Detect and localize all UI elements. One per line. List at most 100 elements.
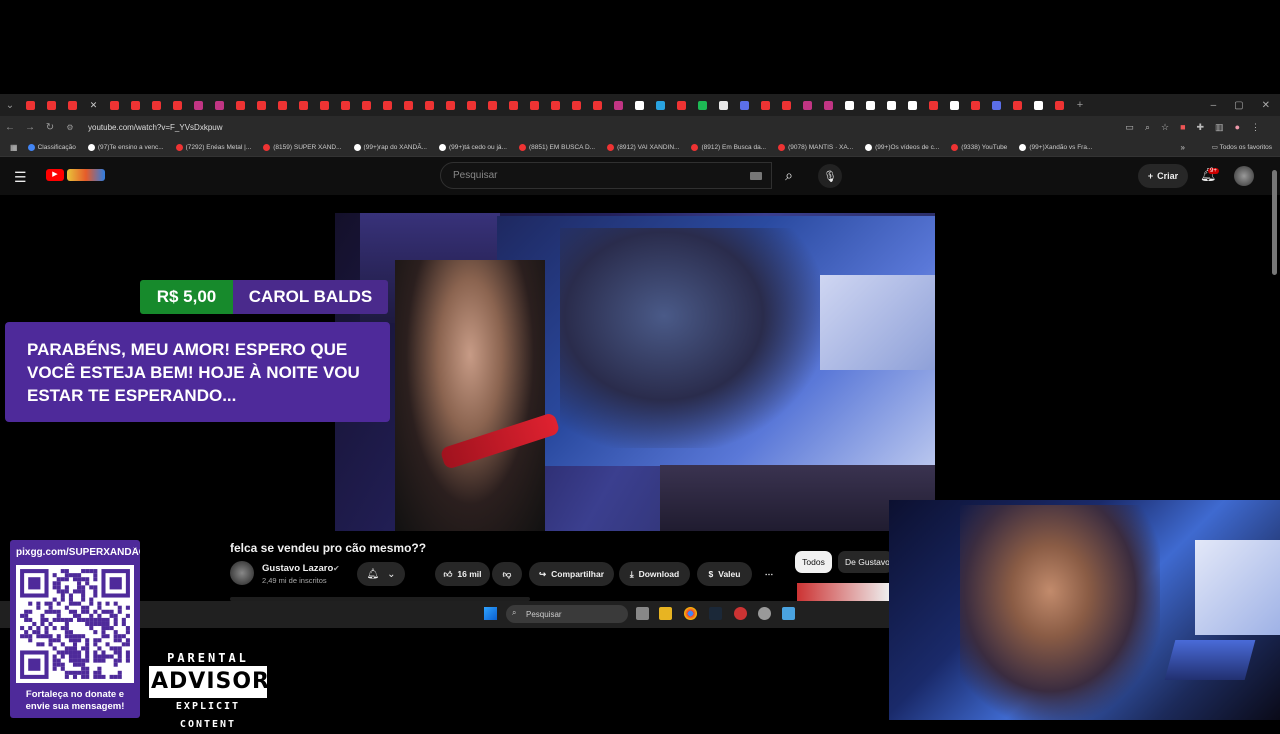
subscription-bell-button[interactable]: 🔔︎ ⌄ — [357, 562, 405, 586]
page-scrollbar[interactable] — [1272, 170, 1277, 275]
minimize-icon[interactable]: – — [1211, 100, 1217, 111]
browser-tab[interactable] — [68, 100, 77, 110]
thanks-button[interactable]: $ Valeu — [697, 562, 752, 586]
download-button[interactable]: ⤓ Download — [619, 562, 690, 586]
voice-search-button[interactable]: 🎙︎ — [818, 164, 842, 188]
browser-tab[interactable] — [593, 100, 602, 110]
bookmark-item[interactable]: (8159) SUPER XAND... — [263, 143, 342, 151]
dislike-button[interactable]: 👎︎ — [492, 562, 522, 586]
browser-tab[interactable] — [26, 100, 35, 110]
browser-tab[interactable] — [971, 100, 980, 110]
browser-tab[interactable] — [656, 100, 665, 110]
browser-tab[interactable] — [929, 100, 938, 110]
all-favorites-folder[interactable]: ▭ Todos os favoritos — [1212, 143, 1272, 151]
browser-tab[interactable] — [425, 100, 434, 110]
bookmark-item[interactable]: (99+)rap do XANDÃ... — [353, 143, 427, 151]
browser-tab[interactable] — [383, 100, 392, 110]
browser-tab[interactable] — [677, 100, 686, 110]
account-avatar[interactable] — [1234, 166, 1254, 186]
bookmark-item[interactable]: Classificação — [27, 143, 76, 151]
browser-tab[interactable] — [740, 100, 749, 110]
browser-menu-icon[interactable]: ⋮ — [1251, 122, 1260, 133]
app-icon[interactable] — [734, 607, 747, 620]
browser-tab[interactable] — [992, 100, 1001, 110]
new-tab-icon[interactable]: + — [1070, 99, 1090, 111]
site-info-icon[interactable]: ⚙ — [60, 123, 80, 132]
browser-tab[interactable] — [131, 100, 140, 110]
chrome-icon[interactable] — [684, 607, 697, 620]
browser-tab[interactable] — [1013, 100, 1022, 110]
browser-tab[interactable] — [698, 100, 707, 110]
browser-tab[interactable] — [215, 100, 224, 110]
more-bookmarks-icon[interactable]: » — [1181, 143, 1185, 152]
file-explorer-icon[interactable] — [659, 607, 672, 620]
keyboard-icon[interactable] — [750, 172, 762, 180]
browser-tab[interactable] — [950, 100, 959, 110]
search-button[interactable]: ⌕ — [772, 162, 806, 189]
browser-tab[interactable] — [803, 100, 812, 110]
sidebar-icon[interactable]: ▥ — [1215, 122, 1224, 133]
zoom-icon[interactable]: ⌕ — [1145, 122, 1150, 133]
maximize-icon[interactable]: ▢ — [1234, 100, 1243, 111]
bookmark-item[interactable]: (97)Te ensino a venc... — [87, 143, 164, 151]
task-view-icon[interactable] — [636, 607, 649, 620]
forward-icon[interactable]: → — [20, 122, 40, 133]
bookmark-item[interactable]: (99+)tá cedo ou já... — [438, 143, 507, 151]
bookmark-item[interactable]: (7292) Enéas Metal |... — [175, 143, 251, 151]
youtube-logo[interactable]: ▶ — [46, 167, 106, 183]
close-tab-icon[interactable]: ✕ — [89, 100, 98, 110]
snipping-tool-icon[interactable] — [782, 607, 795, 620]
browser-tab[interactable] — [404, 100, 413, 110]
browser-tab[interactable] — [278, 100, 287, 110]
browser-tab[interactable] — [173, 100, 182, 110]
windows-start-icon[interactable] — [484, 607, 497, 620]
browser-tab[interactable] — [110, 100, 119, 110]
hamburger-menu-icon[interactable]: ☰ — [14, 169, 27, 186]
browser-tab[interactable] — [257, 100, 266, 110]
browser-tab[interactable] — [908, 100, 917, 110]
bookmark-item[interactable]: (9338) YouTube — [951, 143, 1007, 151]
extensions-puzzle-icon[interactable]: ✚ — [1197, 122, 1205, 133]
share-button[interactable]: ↪ Compartilhar — [529, 562, 614, 586]
create-button[interactable]: + Criar — [1138, 164, 1188, 188]
more-actions-button[interactable]: ⋯ — [758, 562, 780, 586]
browser-tab[interactable] — [362, 100, 371, 110]
reload-icon[interactable]: ↻ — [40, 122, 60, 133]
browser-tab[interactable] — [635, 100, 644, 110]
bookmark-item[interactable]: (8912) VAI XANDIN... — [607, 143, 679, 151]
bookmark-item[interactable]: (8851) EM BUSCA D... — [518, 143, 595, 151]
apps-icon[interactable]: ▦ — [10, 143, 18, 152]
extension-icon[interactable]: ■ — [1180, 122, 1185, 132]
browser-tab[interactable] — [446, 100, 455, 110]
browser-tab[interactable] — [1055, 100, 1064, 110]
channel-name[interactable]: Gustavo Lazaro — [262, 563, 333, 574]
browser-tab[interactable] — [467, 100, 476, 110]
browser-tab[interactable] — [845, 100, 854, 110]
browser-tab[interactable] — [719, 100, 728, 110]
browser-tab[interactable] — [530, 100, 539, 110]
steam-icon[interactable] — [709, 607, 722, 620]
back-icon[interactable]: ← — [0, 122, 20, 133]
browser-tab[interactable] — [47, 100, 56, 110]
browser-tab[interactable] — [299, 100, 308, 110]
browser-tab[interactable] — [509, 100, 518, 110]
browser-tab[interactable] — [236, 100, 245, 110]
bookmark-item[interactable]: (99+)Os vídeos de c... — [865, 143, 939, 151]
channel-avatar[interactable] — [230, 561, 254, 585]
profile-icon[interactable]: ● — [1235, 122, 1240, 132]
browser-tab[interactable] — [1034, 100, 1043, 110]
browser-tab[interactable] — [194, 100, 203, 110]
tab-search-icon[interactable]: ⌄ — [0, 100, 20, 111]
browser-tab[interactable] — [887, 100, 896, 110]
bookmark-star-icon[interactable]: ☆ — [1161, 122, 1169, 133]
browser-tab[interactable] — [824, 100, 833, 110]
browser-tab[interactable] — [341, 100, 350, 110]
browser-tab[interactable] — [761, 100, 770, 110]
browser-tab[interactable] — [320, 100, 329, 110]
browser-tab[interactable] — [782, 100, 791, 110]
browser-tab[interactable] — [572, 100, 581, 110]
browser-tab[interactable] — [866, 100, 875, 110]
chip-all[interactable]: Todos — [795, 551, 832, 573]
search-input[interactable] — [451, 169, 735, 182]
like-button[interactable]: 👍︎ 16 mil — [435, 562, 490, 586]
